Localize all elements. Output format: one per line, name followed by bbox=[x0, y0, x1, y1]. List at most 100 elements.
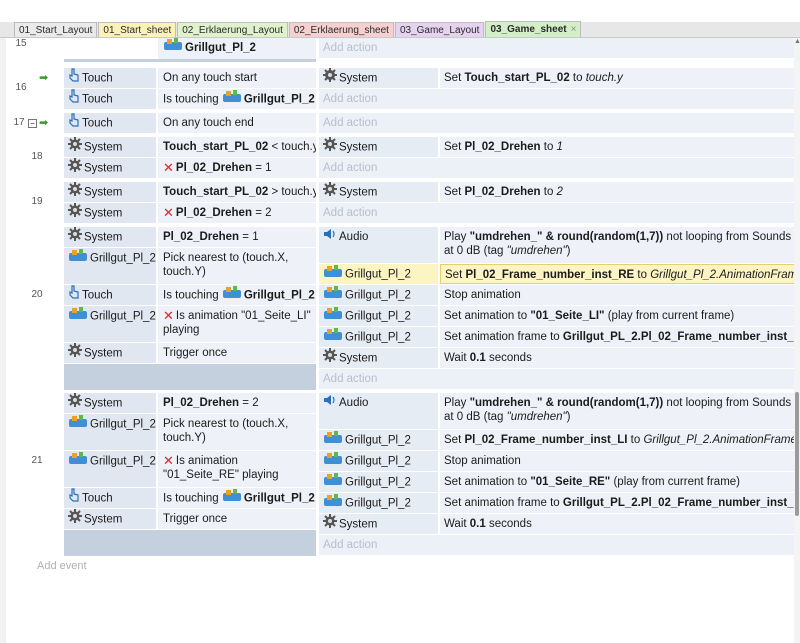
object-name: System bbox=[84, 347, 123, 360]
action-text-selected[interactable]: Set Pl_02_Frame_number_inst_RE to Grillg… bbox=[440, 264, 796, 284]
condition-text[interactable]: Pl_02_Drehen = 2 bbox=[158, 393, 316, 413]
add-action-button[interactable]: Add action bbox=[319, 38, 796, 58]
collapse-toggle[interactable]: − bbox=[28, 119, 37, 128]
add-action-button[interactable]: Add action bbox=[319, 158, 796, 178]
gear-icon bbox=[68, 182, 82, 202]
condition-text[interactable]: Trigger once bbox=[158, 343, 316, 363]
condition-object[interactable]: System bbox=[64, 158, 156, 178]
condition-text[interactable]: Pick nearest to (touch.X, touch.Y) bbox=[158, 248, 316, 284]
tab-01-start-sheet[interactable]: 01_Start_sheet bbox=[98, 22, 177, 37]
gear-icon bbox=[68, 509, 82, 529]
add-action-button[interactable]: Add action bbox=[319, 113, 796, 133]
scroll-up-arrow-icon[interactable]: ▲ bbox=[794, 38, 800, 48]
condition-text[interactable]: ✕ Pl_02_Drehen = 2 bbox=[158, 203, 316, 223]
tab-03-game-layout[interactable]: 03_Game_Layout bbox=[394, 22, 485, 37]
condition-object[interactable]: Touch bbox=[64, 89, 156, 109]
condition-object[interactable]: System bbox=[64, 509, 156, 529]
condition-text[interactable]: ✕ Is animation "01_Seite_LI" playing bbox=[158, 306, 316, 342]
condition-object[interactable]: Grillgut_Pl_2 bbox=[64, 414, 156, 450]
action-text[interactable]: Set animation to "01_Seite_RE" (play fro… bbox=[440, 472, 796, 492]
action-text[interactable]: Play "umdrehen_" & round(random(1,7)) no… bbox=[440, 393, 796, 429]
object-name: Grillgut_Pl_2 bbox=[90, 310, 156, 323]
action-object[interactable]: System bbox=[319, 137, 438, 157]
condition-object[interactable]: System bbox=[64, 393, 156, 413]
action-text[interactable]: Stop animation bbox=[440, 451, 796, 471]
condition-object[interactable]: Touch bbox=[64, 285, 156, 305]
add-action-button[interactable]: Add action bbox=[319, 203, 796, 223]
condition-text[interactable]: Touch_start_PL_02 > touch.y bbox=[158, 182, 316, 202]
action-object[interactable]: System bbox=[319, 182, 438, 202]
action-text[interactable]: Set animation frame to Grillgut_PL_2.Pl_… bbox=[440, 493, 796, 513]
action-object[interactable]: System bbox=[319, 348, 438, 368]
action-object[interactable]: Grillgut_Pl_2 bbox=[319, 493, 438, 513]
condition-object[interactable]: Grillgut_Pl_2 bbox=[64, 306, 156, 342]
action-object[interactable]: Grillgut_Pl_2 bbox=[319, 285, 438, 305]
scrollbar-thumb[interactable] bbox=[795, 392, 799, 516]
add-action-button[interactable]: Add action bbox=[319, 535, 796, 555]
condition-object[interactable]: Grillgut_Pl_2 bbox=[64, 248, 156, 284]
action-object[interactable]: Grillgut_Pl_2 bbox=[319, 264, 438, 284]
condition-object[interactable]: System bbox=[64, 203, 156, 223]
action-text[interactable]: Wait 0.1 seconds bbox=[440, 514, 796, 534]
action-object[interactable]: Audio bbox=[319, 227, 438, 263]
condition-text[interactable]: Grillgut_Pl_2 bbox=[158, 38, 316, 59]
action-verb: Wait bbox=[444, 352, 467, 364]
action-object[interactable]: Grillgut_Pl_2 bbox=[319, 451, 438, 471]
action-value: touch.y bbox=[585, 72, 623, 84]
tab-03-game-sheet[interactable]: 03_Game_sheet × bbox=[485, 21, 582, 37]
condition-object[interactable]: System bbox=[64, 137, 156, 157]
object-name: Grillgut_Pl_2 bbox=[243, 289, 315, 302]
condition-text[interactable]: ✕ Is animation "01_Seite_RE" playing bbox=[158, 451, 316, 487]
condition-text[interactable]: Is touching Grillgut_Pl_2 bbox=[158, 89, 316, 109]
action-text[interactable]: Set animation frame to Grillgut_PL_2.Pl_… bbox=[440, 327, 796, 347]
condition-text[interactable]: Is touching Grillgut_Pl_2 bbox=[158, 285, 316, 305]
tab-01-start-layout[interactable]: 01_Start_Layout bbox=[14, 22, 98, 37]
action-verb: Set animation frame to bbox=[444, 331, 560, 343]
action-object[interactable]: System bbox=[319, 68, 438, 88]
tab-02-erklaerung-layout[interactable]: 02_Erklaerung_Layout bbox=[177, 22, 288, 37]
action-text[interactable]: Wait 0.1 seconds bbox=[440, 348, 796, 368]
condition-object[interactable]: Touch bbox=[64, 113, 156, 133]
action-text[interactable]: Set Pl_02_Drehen to 2 bbox=[440, 182, 796, 202]
sound-expression: "umdrehen_" & round(random(1,7)) bbox=[469, 231, 664, 243]
close-tab-icon[interactable]: × bbox=[571, 24, 577, 35]
condition-text[interactable]: Touch_start_PL_02 < touch.y bbox=[158, 137, 316, 157]
condition-text[interactable]: Pick nearest to (touch.X, touch.Y) bbox=[158, 414, 316, 450]
condition-text[interactable]: On any touch end bbox=[158, 113, 316, 133]
action-object[interactable]: Grillgut_Pl_2 bbox=[319, 306, 438, 326]
condition-object[interactable]: Touch bbox=[64, 68, 156, 88]
action-verb: Set animation frame to bbox=[444, 497, 560, 509]
condition-object[interactable]: Touch bbox=[64, 488, 156, 508]
add-event-button[interactable]: Add event bbox=[37, 560, 87, 572]
action-object[interactable]: Grillgut_Pl_2 bbox=[319, 430, 438, 450]
condition-object[interactable]: System bbox=[64, 343, 156, 363]
condition-object[interactable]: System bbox=[64, 227, 156, 247]
sprite-icon bbox=[222, 89, 242, 109]
condition-text[interactable]: ✕ Pl_02_Drehen = 1 bbox=[158, 158, 316, 178]
action-text[interactable]: Set Pl_02_Frame_number_inst_LI to Grillg… bbox=[440, 430, 796, 450]
condition-object[interactable]: System bbox=[64, 182, 156, 202]
event-footer bbox=[64, 364, 316, 390]
condition-text[interactable]: Pl_02_Drehen = 1 bbox=[158, 227, 316, 247]
condition-text[interactable]: Trigger once bbox=[158, 509, 316, 529]
condition-object[interactable]: Grillgut_Pl_2 bbox=[64, 451, 156, 487]
action-text[interactable]: Set Touch_start_PL_02 to touch.y bbox=[440, 68, 796, 88]
action-text[interactable]: Set animation to "01_Seite_LI" (play fro… bbox=[440, 306, 796, 326]
tab-02-erklaerung-sheet[interactable]: 02_Erklaerung_sheet bbox=[288, 22, 394, 37]
condition-text[interactable]: On any touch start bbox=[158, 68, 316, 88]
vertical-scrollbar[interactable] bbox=[794, 38, 800, 643]
add-action-button[interactable]: Add action bbox=[319, 89, 796, 109]
action-value: 2 bbox=[556, 186, 563, 198]
gear-icon bbox=[68, 203, 82, 223]
action-text[interactable]: Play "umdrehen_" & round(random(1,7)) no… bbox=[440, 227, 796, 263]
action-object[interactable]: Audio bbox=[319, 393, 438, 429]
condition-text[interactable]: Is touching Grillgut_Pl_2 bbox=[158, 488, 316, 508]
action-text[interactable]: Set Pl_02_Drehen to 1 bbox=[440, 137, 796, 157]
action-text[interactable]: Stop animation bbox=[440, 285, 796, 305]
add-action-button[interactable]: Add action bbox=[319, 369, 796, 389]
action-object[interactable]: System bbox=[319, 514, 438, 534]
action-object[interactable]: Grillgut_Pl_2 bbox=[319, 327, 438, 347]
action-object[interactable]: Grillgut_Pl_2 bbox=[319, 472, 438, 492]
action-details: (play from current frame) bbox=[607, 310, 735, 322]
action-value: Grillgut_Pl_2.AnimationFrame bbox=[650, 269, 796, 281]
